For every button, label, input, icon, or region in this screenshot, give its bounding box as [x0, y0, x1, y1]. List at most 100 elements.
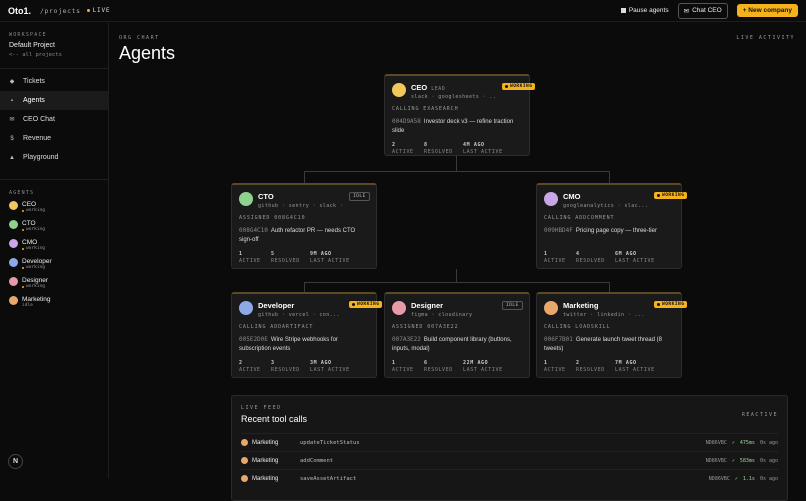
status-dot-icon	[657, 303, 660, 306]
avatar	[241, 475, 248, 482]
feed-agent: Marketing	[252, 457, 279, 464]
agent-name: Designer	[411, 301, 444, 310]
project-name[interactable]: Default Project	[9, 42, 99, 49]
task-id[interactable]: 006F7B01	[544, 336, 573, 343]
task-id[interactable]: 005E2D0E	[239, 336, 268, 343]
badge-label: WORKING	[662, 193, 685, 198]
stat-active: 1 ACTIVE	[239, 251, 271, 265]
status-badge: WORKING	[502, 83, 536, 90]
status-badge: IDLE	[502, 301, 523, 310]
chat-ceo-button[interactable]: ✉ Chat CEO	[677, 2, 728, 19]
page-title: Agents	[119, 43, 176, 63]
n-icon: N	[12, 458, 19, 465]
status-badge: WORKING	[654, 192, 688, 199]
sidebar-agent-cto[interactable]: CTO working	[0, 220, 108, 239]
agent-status-text: idle	[22, 303, 33, 308]
app-logo[interactable]: Oto1.	[8, 6, 31, 16]
agent-status-text: working	[26, 284, 45, 289]
feed-ticket-id[interactable]: ND86VBC	[706, 458, 727, 464]
stat-resolved: 2 RESOLVED	[576, 360, 615, 374]
stat-value: 5	[271, 251, 275, 257]
live-feed-label: LIVE FEED	[241, 405, 282, 411]
feed-row[interactable]: Marketing addComment ND86VBC ✓ 583ms 0s ago	[241, 451, 778, 469]
task-id[interactable]: 004D9A58	[392, 118, 421, 125]
stat-label: ACTIVE	[239, 258, 261, 264]
all-projects-link[interactable]: <-- all projects	[9, 52, 99, 58]
agent-name: Developer	[258, 301, 295, 310]
stat-label: ACTIVE	[392, 367, 414, 373]
agent-status-text: working	[26, 227, 45, 232]
avatar	[9, 220, 18, 229]
feed-time: 0s ago	[759, 475, 778, 482]
check-icon: ✓	[731, 457, 735, 464]
live-activity-label[interactable]: LIVE ACTIVITY	[736, 35, 795, 41]
avatar	[241, 457, 248, 464]
chat-ceo-label: Chat CEO	[692, 7, 722, 14]
feed-duration: 475ms	[739, 439, 755, 446]
task-id[interactable]: 009HBD4F	[544, 227, 573, 234]
agent-card-marketing[interactable]: Marketing twitter · linkedin · ... WORKIN…	[536, 292, 688, 378]
stat-value: 2	[239, 360, 243, 366]
stat-value: 6M AGO	[615, 251, 637, 257]
badge-label: WORKING	[662, 302, 685, 307]
feed-row[interactable]: Marketing saveAssetArtifact ND86VBC ✓ 1.1s 0s…	[241, 469, 778, 487]
stat-value: 4	[576, 251, 580, 257]
help-button[interactable]: N	[8, 454, 23, 469]
stat-active: 2 ACTIVE	[392, 142, 424, 156]
avatar	[392, 301, 406, 315]
nav-revenue[interactable]: $ Revenue	[0, 129, 108, 148]
nav-agents[interactable]: ▪ Agents	[0, 91, 108, 110]
connector-line	[304, 282, 305, 292]
badge-label: WORKING	[510, 84, 533, 89]
triangle-icon: ▲	[9, 154, 15, 161]
agent-card-designer[interactable]: Designer figma · cloudinary IDLE ASSIGNED…	[384, 292, 530, 378]
nav-ceo-chat[interactable]: ✉ CEO Chat	[0, 110, 108, 129]
agent-card-cto[interactable]: CTO github · sentry · slack · ... IDLE AS…	[231, 183, 377, 269]
calling-label: CALLING ADDCOMMENT	[544, 215, 615, 221]
status-dot-icon	[22, 209, 24, 212]
agent-card-developer[interactable]: Developer github · vercel · con... WORKIN…	[231, 292, 383, 378]
status-dot-icon	[22, 247, 24, 250]
chat-icon: ✉	[683, 7, 690, 15]
stat-last-active: 7M AGO LAST ACTIVE	[615, 360, 655, 374]
pause-agents-button[interactable]: Pause agents	[620, 7, 669, 14]
calling-label: ASSIGNED 008G4C10	[239, 215, 306, 221]
stat-active: 1 ACTIVE	[392, 360, 424, 374]
nav-label: Revenue	[23, 135, 52, 142]
sidebar-agent-developer[interactable]: Developer working	[0, 258, 108, 277]
sidebar-agent-ceo[interactable]: CEO working	[0, 201, 108, 220]
main-content: ORG CHART Agents LIVE ACTIVITY CEO LEAD sl…	[110, 23, 806, 501]
breadcrumb[interactable]: /projects	[40, 7, 81, 15]
agent-name: CEO	[22, 201, 37, 208]
nav-tickets[interactable]: ◆ Tickets	[0, 72, 108, 91]
workspace-label: WORKSPACE	[9, 32, 47, 38]
feed-ticket-id[interactable]: ND86VBC	[709, 476, 730, 482]
agent-name: CMO	[563, 192, 581, 201]
stat-value: 2	[392, 142, 396, 148]
sidebar-agent-designer[interactable]: Designer working	[0, 277, 108, 296]
check-icon: ✓	[731, 439, 735, 446]
status-badge: WORKING	[654, 301, 688, 308]
stat-label: LAST ACTIVE	[615, 258, 655, 264]
feed-ticket-id[interactable]: ND86VBC	[706, 440, 727, 446]
nav-playground[interactable]: ▲ Playground	[0, 148, 108, 167]
avatar	[9, 258, 18, 267]
sidebar-agent-marketing[interactable]: Marketing idle	[0, 296, 108, 315]
agent-card-ceo[interactable]: CEO LEAD slack · googlesheets · ... WORKIN…	[384, 74, 536, 156]
check-icon: ✓	[734, 475, 738, 482]
chat-icon: ✉	[9, 117, 15, 123]
stat-last-active: 22M AGO LAST ACTIVE	[463, 360, 503, 374]
sidebar-agent-cmo[interactable]: CMO working	[0, 239, 108, 258]
stat-resolved: 3 RESOLVED	[271, 360, 310, 374]
feed-row[interactable]: Marketing updateTicketStatus ND86VBC ✓ 475ms…	[241, 433, 778, 451]
stat-value: 1	[544, 251, 548, 257]
agent-name: Developer	[22, 258, 52, 265]
agent-card-cmo[interactable]: CMO googleanalytics · slac... WORKING CAL…	[536, 183, 688, 269]
new-company-button[interactable]: + New company	[736, 4, 798, 17]
live-dot-icon	[86, 9, 90, 12]
task-id[interactable]: 008G4C10	[239, 227, 268, 234]
stat-resolved: 4 RESOLVED	[576, 251, 615, 265]
feed-tool: addComment	[300, 457, 334, 464]
task-id[interactable]: 007A3E22	[392, 336, 421, 343]
connector-line	[456, 269, 457, 282]
